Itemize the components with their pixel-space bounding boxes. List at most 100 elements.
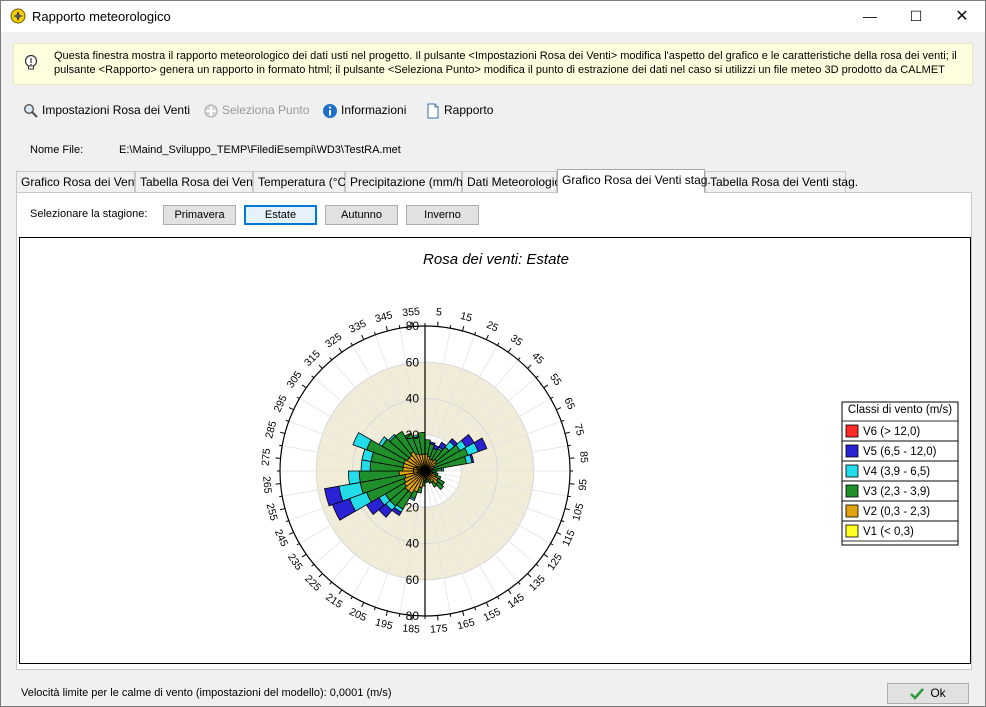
spring-button[interactable]: Primavera (163, 205, 236, 225)
select-point-button[interactable]: Seleziona Punto (203, 99, 309, 121)
legend-swatch (845, 484, 859, 498)
rose-tick (329, 581, 333, 585)
rose-radial-label: 60 (406, 355, 420, 369)
rose-tick (550, 396, 554, 399)
rose-tick (338, 589, 343, 595)
tab-wind-rose-table[interactable]: Tabella Rosa dei Venti (135, 171, 259, 192)
rose-direction-label: 295 (272, 393, 290, 414)
tab-seasonal-wind-rose-chart[interactable]: Grafico Rosa dei Venti stag. (557, 169, 711, 193)
legend-swatch (845, 464, 859, 478)
winter-button[interactable]: Inverno (406, 205, 479, 225)
legend-swatch (845, 524, 859, 538)
rose-tick (385, 610, 388, 617)
status-bar: Velocità limite per le calme di vento (i… (1, 681, 985, 707)
close-button[interactable]: ✕ (939, 1, 985, 32)
legend-label: V6 (> 12,0) (863, 426, 920, 438)
rose-direction-label: 55 (547, 371, 564, 388)
rose-tick (279, 508, 286, 511)
tab-meteo-data[interactable]: Dati Meteorologici (462, 171, 563, 192)
magnifier-icon (23, 103, 38, 118)
rose-tick (564, 508, 571, 511)
rose-direction-label: 285 (263, 420, 279, 440)
rose-direction-label: 305 (285, 369, 305, 390)
rose-tick (485, 334, 489, 340)
rose-tick (449, 325, 452, 329)
window-title: Rapporto meteorologico (32, 9, 171, 24)
tab-temperature[interactable]: Temperatura (°C) (253, 171, 350, 192)
crosshair-icon (204, 104, 218, 118)
ok-label: Ok (930, 686, 946, 700)
tab-precipitation[interactable]: Precipitazione (mm/hr) (345, 171, 471, 192)
summer-button[interactable]: Estate (244, 205, 317, 225)
wind-rose-settings-button[interactable]: Impostazioni Rosa dei Venti (23, 99, 190, 121)
ok-button[interactable]: Ok (887, 683, 969, 704)
rose-tick (517, 581, 521, 585)
rose-tick (449, 613, 452, 617)
legend-swatch (845, 444, 859, 458)
rose-tick (527, 364, 532, 369)
maximize-button[interactable]: ☐ (893, 1, 939, 32)
rose-tick (288, 407, 294, 411)
rose-tick (564, 431, 571, 434)
rose-tick (318, 364, 323, 369)
tab-seasonal-wind-rose-table[interactable]: Tabella Rosa dei Venti stag. (705, 171, 858, 192)
info-icon (323, 103, 337, 118)
report-window: Rapporto meteorologico — ☐ ✕ Questa fine… (0, 0, 986, 707)
rose-tick (301, 553, 307, 558)
select-point-label: Seleziona Punto (222, 103, 310, 117)
rose-direction-label: 245 (272, 528, 290, 549)
rose-tick (543, 553, 549, 558)
legend-label: V2 (0,3 - 2,3) (863, 506, 930, 518)
rose-tick (279, 431, 286, 434)
rose-direction-label: 185 (402, 622, 421, 635)
rose-radial-label: 20 (406, 500, 420, 514)
rose-tick (373, 331, 376, 335)
report-button[interactable]: Rapporto (425, 99, 493, 121)
rose-tick (350, 342, 353, 346)
rose-direction-label: 5 (435, 306, 442, 318)
rose-direction-label: 235 (285, 551, 305, 572)
legend-title: Classi di vento (m/s) (848, 404, 952, 416)
title-bar[interactable]: Rapporto meteorologico — ☐ ✕ (1, 1, 985, 32)
rose-direction-label: 165 (456, 616, 476, 632)
information-label: Informazioni (341, 103, 407, 117)
rose-direction-label: 195 (374, 616, 394, 632)
rose-tick (567, 444, 571, 447)
rose-tick (285, 419, 289, 422)
rose-sector (441, 467, 445, 472)
rose-direction-label: 265 (260, 476, 273, 495)
file-name-label: Nome File: (30, 144, 84, 156)
rose-direction-label: 25 (484, 319, 500, 335)
rose-direction-label: 145 (505, 591, 526, 611)
rose-tick (497, 342, 500, 346)
rose-tick (279, 495, 283, 498)
rose-tick (527, 573, 532, 578)
wind-rose-chart: Rosa dei venti: Estate 0 20 20 40 40 60 60 80 80… (260, 251, 959, 636)
rose-radial-label: 0 (412, 464, 419, 478)
rose-direction-label: 125 (545, 551, 565, 572)
rose-direction-label: 335 (347, 317, 368, 335)
rose-radial-label: 80 (406, 609, 420, 623)
rose-direction-label: 215 (323, 591, 344, 611)
rose-tick (288, 531, 294, 535)
rose-direction-label: 45 (529, 350, 546, 367)
autumn-button[interactable]: Autunno (325, 205, 398, 225)
calm-threshold-text: Velocità limite per le calme di vento (i… (21, 687, 392, 699)
minimize-button[interactable]: — (847, 1, 893, 32)
rose-direction-label: 155 (482, 606, 503, 624)
rose-tick (535, 375, 539, 379)
rose-tick (497, 596, 500, 600)
rose-tick (567, 495, 571, 498)
rose-tick (285, 520, 289, 523)
rose-tick (311, 375, 315, 379)
rose-direction-label: 15 (459, 310, 474, 325)
rose-tick (398, 325, 401, 329)
rose-tick (279, 444, 283, 447)
legend: Classi di vento (m/s) V6 (> 12,0) V5 (6,5… (841, 401, 959, 546)
rose-direction-label: 85 (577, 451, 590, 464)
rose-tick (556, 531, 562, 535)
tab-wind-rose-chart[interactable]: Grafico Rosa dei Venti (16, 171, 140, 192)
rose-tick (329, 357, 333, 361)
information-button[interactable]: Informazioni (322, 99, 406, 121)
rose-direction-label: 105 (570, 502, 586, 522)
